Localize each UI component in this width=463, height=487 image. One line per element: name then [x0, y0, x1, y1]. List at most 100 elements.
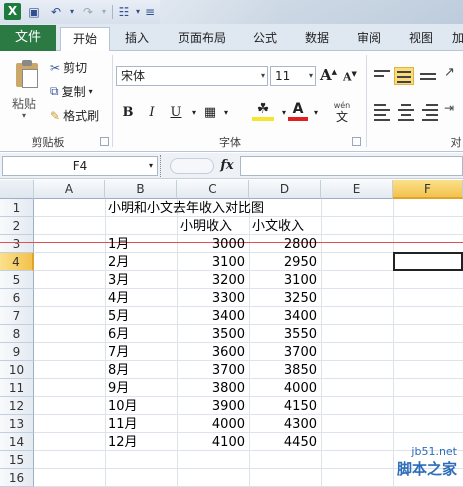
cut-button[interactable]: ✂ 剪切 [50, 59, 87, 76]
xiaoming-income-cell[interactable]: 3700 [177, 362, 245, 380]
month-cell[interactable]: 2月 [108, 254, 129, 272]
month-cell[interactable]: 5月 [108, 308, 129, 326]
xiaowen-income-cell[interactable]: 4000 [249, 380, 317, 398]
xiaowen-income-cell[interactable]: 3100 [249, 272, 317, 290]
copy-button[interactable]: ⧉ 复制 ▾ [50, 83, 93, 100]
redo-dropdown-icon[interactable]: ▾ [96, 4, 112, 20]
row-header-8[interactable]: 8 [0, 325, 34, 343]
format-painter-button[interactable]: ✎ 格式刷 [50, 107, 99, 124]
column-header-f[interactable]: F [393, 180, 463, 199]
row-header-7[interactable]: 7 [0, 307, 34, 325]
chevron-down-icon[interactable]: ▾ [216, 103, 236, 123]
font-launcher-icon[interactable] [352, 137, 361, 146]
insert-function-button[interactable]: fx [215, 156, 239, 176]
phonetic-button[interactable]: wén 文 [328, 101, 356, 125]
paste-button[interactable]: 粘贴 ▾ [4, 53, 44, 120]
undo-icon[interactable]: ↶ [48, 4, 64, 20]
tab-view[interactable]: 视图 [400, 27, 442, 51]
month-cell[interactable]: 6月 [108, 326, 129, 344]
align-bottom-button[interactable] [418, 67, 438, 85]
underline-button[interactable]: U [166, 103, 186, 123]
name-box[interactable]: F4 ▾ [2, 156, 158, 176]
header-d-cell[interactable]: 小文收入 [252, 218, 304, 236]
font-name-select[interactable]: 宋体 ▾ [116, 66, 268, 86]
grow-font-button[interactable]: A▲ [320, 66, 337, 84]
month-cell[interactable]: 8月 [108, 362, 129, 380]
xiaowen-income-cell[interactable]: 4450 [249, 434, 317, 452]
align-top-button[interactable] [372, 67, 392, 85]
column-header-a[interactable]: A [34, 180, 105, 199]
month-cell[interactable]: 9月 [108, 380, 129, 398]
align-right-button[interactable] [420, 101, 440, 121]
row-header-13[interactable]: 13 [0, 415, 34, 433]
resize-handle[interactable] [160, 155, 162, 177]
month-cell[interactable]: 12月 [108, 434, 138, 452]
xiaoming-income-cell[interactable]: 3000 [177, 236, 245, 254]
undo-dropdown-icon[interactable]: ▾ [64, 4, 80, 20]
month-cell[interactable]: 11月 [108, 416, 138, 434]
row-header-16[interactable]: 16 [0, 469, 34, 487]
xiaowen-income-cell[interactable]: 3250 [249, 290, 317, 308]
month-cell[interactable]: 7月 [108, 344, 129, 362]
row-header-9[interactable]: 9 [0, 343, 34, 361]
row-header-12[interactable]: 12 [0, 397, 34, 415]
xiaoming-income-cell[interactable]: 3900 [177, 398, 245, 416]
tab-page-layout[interactable]: 页面布局 [168, 27, 236, 51]
row-header-15[interactable]: 15 [0, 451, 34, 469]
tab-insert[interactable]: 插入 [116, 27, 158, 51]
orientation-icon[interactable]: ↗ [444, 65, 455, 80]
formula-input[interactable] [240, 156, 463, 176]
month-cell[interactable]: 1月 [108, 236, 129, 254]
select-all-corner[interactable] [0, 180, 34, 199]
indent-icon[interactable]: ⇥ [444, 101, 454, 115]
xiaoming-income-cell[interactable]: 3500 [177, 326, 245, 344]
clipboard-launcher-icon[interactable] [100, 137, 109, 146]
chevron-down-icon[interactable]: ▾ [306, 103, 326, 123]
tab-home[interactable]: 开始 [60, 27, 110, 52]
align-center-button[interactable] [396, 101, 416, 121]
xiaowen-income-cell[interactable]: 2950 [249, 254, 317, 272]
column-header-d[interactable]: D [249, 180, 321, 199]
xiaoming-income-cell[interactable]: 4100 [177, 434, 245, 452]
tab-formulas[interactable]: 公式 [244, 27, 286, 51]
month-cell[interactable]: 4月 [108, 290, 129, 308]
header-c-cell[interactable]: 小明收入 [180, 218, 232, 236]
xiaowen-income-cell[interactable]: 4300 [249, 416, 317, 434]
xiaoming-income-cell[interactable]: 3400 [177, 308, 245, 326]
column-header-b[interactable]: B [105, 180, 177, 199]
row-header-6[interactable]: 6 [0, 289, 34, 307]
month-cell[interactable]: 10月 [108, 398, 138, 416]
xiaoming-income-cell[interactable]: 3300 [177, 290, 245, 308]
chart-title-cell[interactable]: 小明和小文去年收入对比图 [108, 200, 264, 218]
row-header-2[interactable]: 2 [0, 217, 34, 235]
xiaowen-income-cell[interactable]: 3550 [249, 326, 317, 344]
tab-addins[interactable]: 加 [448, 27, 463, 51]
xiaoming-income-cell[interactable]: 3800 [177, 380, 245, 398]
font-size-select[interactable]: 11 ▾ [270, 66, 316, 86]
xiaowen-income-cell[interactable]: 4150 [249, 398, 317, 416]
xiaowen-income-cell[interactable]: 3850 [249, 362, 317, 380]
xiaowen-income-cell[interactable]: 3700 [249, 344, 317, 362]
row-header-3[interactable]: 3 [0, 235, 34, 253]
row-header-11[interactable]: 11 [0, 379, 34, 397]
row-header-4[interactable]: 4 [0, 253, 34, 271]
xiaowen-income-cell[interactable]: 3400 [249, 308, 317, 326]
row-header-14[interactable]: 14 [0, 433, 34, 451]
column-header-c[interactable]: C [177, 180, 249, 199]
xiaoming-income-cell[interactable]: 3200 [177, 272, 245, 290]
italic-button[interactable]: I [142, 103, 162, 123]
fill-color-button[interactable]: ☘ [252, 101, 274, 125]
month-cell[interactable]: 3月 [108, 272, 129, 290]
tab-data[interactable]: 数据 [296, 27, 338, 51]
row-header-1[interactable]: 1 [0, 199, 34, 217]
tab-review[interactable]: 审阅 [348, 27, 390, 51]
xiaoming-income-cell[interactable]: 4000 [177, 416, 245, 434]
xiaowen-income-cell[interactable]: 2800 [249, 236, 317, 254]
tab-file[interactable]: 文件 [0, 25, 56, 51]
shrink-font-button[interactable]: A▼ [343, 69, 357, 84]
redo-icon[interactable]: ↷ [80, 4, 96, 20]
font-color-button[interactable]: A [288, 101, 308, 125]
active-cell-f4[interactable] [393, 252, 463, 271]
align-middle-button[interactable] [394, 67, 414, 85]
column-header-e[interactable]: E [321, 180, 393, 199]
